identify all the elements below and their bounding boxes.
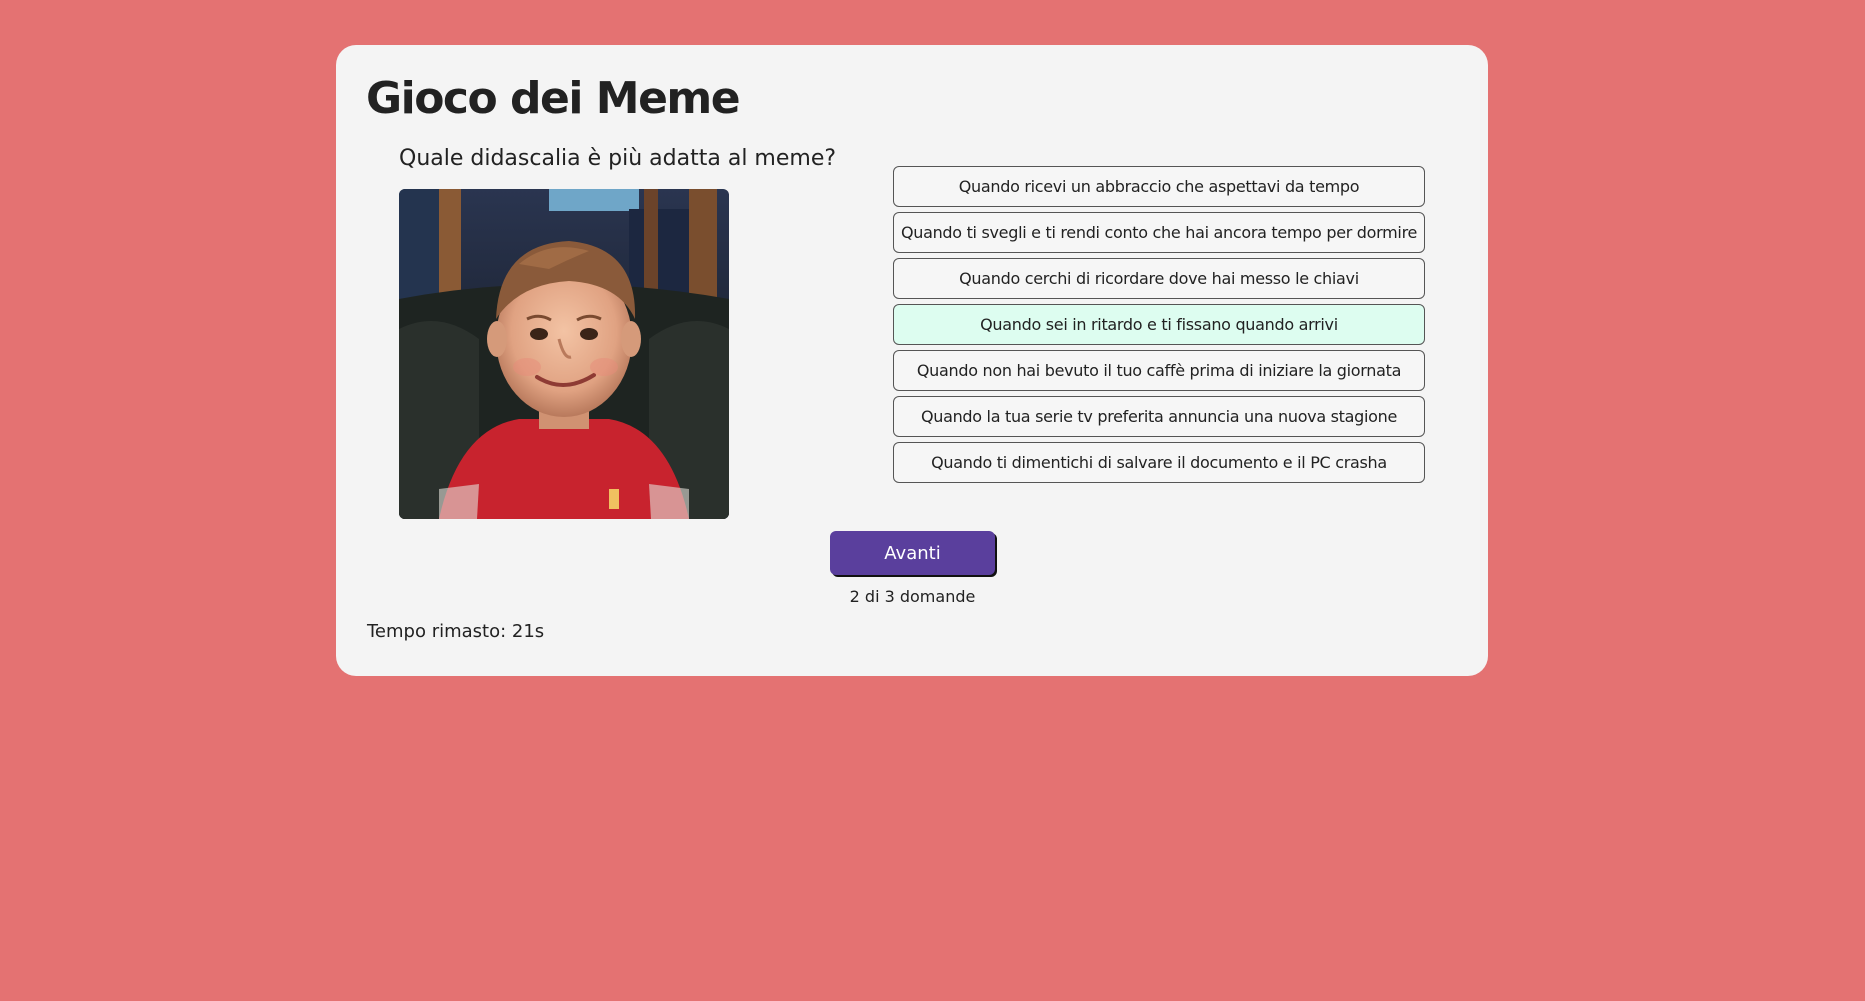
- answer-options: Quando ricevi un abbraccio che aspettavi…: [893, 166, 1425, 488]
- answer-option-selected[interactable]: Quando sei in ritardo e ti fissano quand…: [893, 304, 1425, 345]
- answer-option[interactable]: Quando ricevi un abbraccio che aspettavi…: [893, 166, 1425, 207]
- question-text: Quale didascalia è più adatta al meme?: [399, 146, 837, 171]
- answer-option[interactable]: Quando ti dimentichi di salvare il docum…: [893, 442, 1425, 483]
- answer-option[interactable]: Quando non hai bevuto il tuo caffè prima…: [893, 350, 1425, 391]
- page-title: Gioco dei Meme: [366, 73, 741, 124]
- answer-option[interactable]: Quando cerchi di ricordare dove hai mess…: [893, 258, 1425, 299]
- timer-text: Tempo rimasto: 21s: [367, 621, 545, 642]
- game-card: Gioco dei Meme Quale didascalia è più ad…: [336, 45, 1488, 676]
- answer-option[interactable]: Quando ti svegli e ti rendi conto che ha…: [893, 212, 1425, 253]
- question-progress: 2 di 3 domande: [849, 587, 976, 606]
- next-button[interactable]: Avanti: [830, 531, 995, 575]
- meme-image: [399, 189, 729, 519]
- answer-option[interactable]: Quando la tua serie tv preferita annunci…: [893, 396, 1425, 437]
